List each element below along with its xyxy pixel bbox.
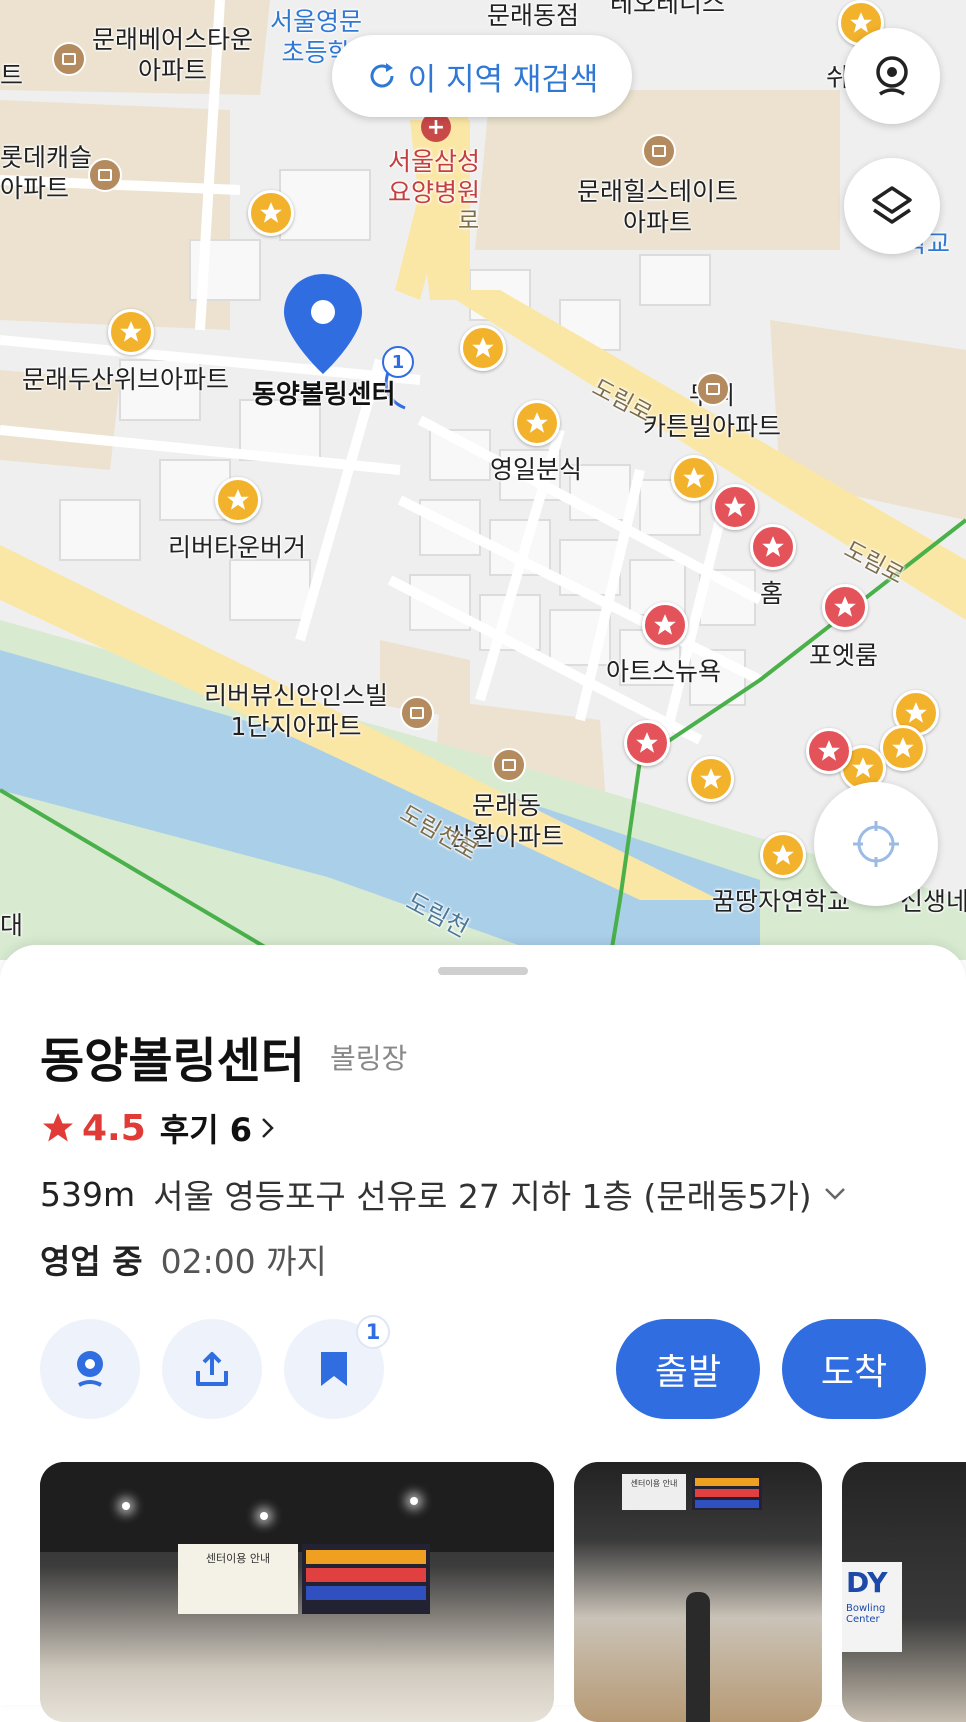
closing-time: 02:00 까지: [160, 1242, 327, 1281]
map-label-dae: 대: [0, 911, 24, 940]
street-view-button[interactable]: [844, 28, 940, 124]
map-label-riverview: 리버뷰신안인스빌 1단지아파트: [204, 681, 389, 741]
map-label-home: 홈: [760, 579, 784, 608]
map-label-tennis: 테오테니스: [610, 0, 726, 18]
place-name: 동양볼링센터: [40, 1033, 305, 1089]
rating-row[interactable]: 4.5 후기 6: [40, 1105, 278, 1151]
refresh-icon: [370, 63, 394, 88]
star-pin-icon[interactable]: [642, 602, 688, 648]
star-pin-icon[interactable]: [712, 484, 758, 530]
save-button[interactable]: 1: [284, 1315, 390, 1419]
map-label-artsnewyork: 아트스뉴욕: [606, 657, 722, 686]
apartment-icon: [696, 372, 730, 406]
map-label-poetroom: 포엣룸: [809, 641, 879, 670]
current-location-button[interactable]: [814, 782, 938, 906]
selected-place-label: 동양볼링센터: [252, 380, 396, 410]
apartment-icon: [492, 748, 526, 782]
map-label-hospital: 서울삼성 요양병원: [388, 147, 481, 207]
map-label-lotte: 롯데캐슬 아파트: [0, 143, 93, 203]
star-pin-icon[interactable]: [108, 309, 154, 355]
distance: 539m: [40, 1174, 136, 1214]
chevron-down-icon: [824, 1188, 845, 1200]
star-pin-icon[interactable]: [760, 832, 806, 878]
apartment-icon: [52, 42, 86, 76]
street-view-action-button[interactable]: [40, 1319, 140, 1419]
photo-3-sub: Bowling Center: [846, 1603, 886, 1625]
star-pin-icon[interactable]: [750, 524, 796, 570]
crosshair-icon: [853, 821, 899, 867]
apartment-icon: [400, 696, 434, 730]
sheet-drag-handle[interactable]: [438, 967, 528, 975]
star-pin-icon[interactable]: [806, 728, 852, 774]
hours-row: 영업 중 02:00 까지: [40, 1235, 327, 1283]
route-step-badge: 1: [382, 346, 414, 378]
place-detail-sheet: 동양볼링센터 볼링장 4.5 후기 6 539m 서울 영등포구 선유로 27 …: [0, 945, 966, 1722]
place-category: 볼링장: [330, 1042, 408, 1075]
selected-place-pin[interactable]: [282, 272, 364, 376]
star-pin-icon[interactable]: [514, 400, 560, 446]
photo-3-sign: DY: [846, 1566, 888, 1599]
map-label-starbucks: 문래동점: [487, 1, 580, 30]
rating-value: 4.5: [82, 1107, 146, 1149]
map-label-rivertown: 리버타운버거: [168, 533, 307, 562]
map-label-hyundai: 트: [0, 61, 24, 90]
bookmark-icon: [321, 1352, 347, 1386]
share-icon: [196, 1352, 228, 1386]
map-label-bestown: 문래베어스타운 아파트: [92, 25, 254, 85]
layers-icon: [872, 186, 912, 224]
photo-2-sign: 센터이용 안내: [622, 1474, 686, 1510]
research-area-button[interactable]: 이 지역 재검색: [332, 35, 632, 117]
apartment-icon: [88, 158, 122, 192]
photo-1-sign: 센터이용 안내: [178, 1544, 298, 1614]
chevron-right-icon: [262, 1118, 274, 1138]
star-pin-icon[interactable]: [460, 325, 506, 371]
map-label-youngil: 영일분식: [490, 455, 583, 484]
location-pin-icon: [284, 274, 362, 374]
map-layers-button[interactable]: [844, 158, 940, 254]
apartment-icon: [642, 134, 676, 168]
star-pin-icon[interactable]: [215, 477, 261, 523]
street-view-icon: [876, 56, 908, 96]
place-photo-1[interactable]: 센터이용 안내: [40, 1462, 554, 1722]
map-label-hillstate: 문래힐스테이트 아파트: [577, 177, 739, 237]
map-label-kkumttang: 꿈땅자연학교: [712, 887, 851, 916]
star-pin-icon[interactable]: [688, 756, 734, 802]
star-pin-icon[interactable]: [822, 584, 868, 630]
star-pin-icon[interactable]: [880, 725, 926, 771]
star-icon: [43, 1113, 73, 1142]
map-view[interactable]: 문래베어스타운 아파트 서울영문 초등학 문래동점 테오테니스 쉬 트 롯데캐슬…: [0, 0, 966, 960]
research-area-label: 이 지역 재검색: [407, 61, 599, 98]
place-photo-2[interactable]: 센터이용 안내: [574, 1462, 822, 1722]
map-label-doriro-3: 로: [458, 208, 480, 234]
save-count-badge: 1: [356, 1315, 390, 1349]
place-photo-3[interactable]: DY Bowling Center: [842, 1462, 966, 1722]
street-view-icon: [77, 1351, 103, 1387]
depart-button[interactable]: 출발: [616, 1319, 760, 1419]
reviews-link[interactable]: 후기 6: [160, 1105, 252, 1151]
address: 서울 영등포구 선유로 27 지하 1층 (문래동5가): [153, 1177, 812, 1216]
open-status: 영업 중: [40, 1242, 143, 1281]
share-button[interactable]: [162, 1319, 262, 1419]
star-pin-icon[interactable]: [248, 190, 294, 236]
address-row[interactable]: 539m 서울 영등포구 선유로 27 지하 1층 (문래동5가): [40, 1170, 848, 1218]
star-pin-icon[interactable]: [624, 720, 670, 766]
map-label-doosan: 문래두산위브아파트: [22, 365, 230, 394]
arrive-button[interactable]: 도착: [782, 1319, 926, 1419]
star-pin-icon[interactable]: [671, 455, 717, 501]
